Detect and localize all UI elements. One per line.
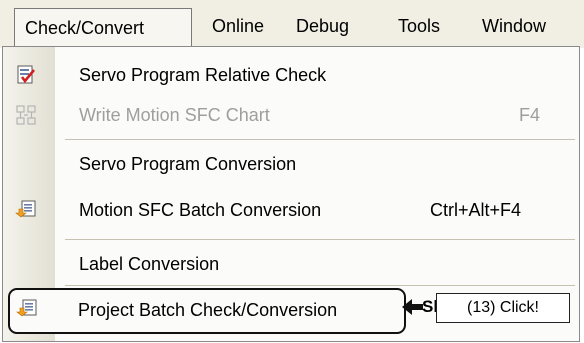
menu-debug[interactable]: Debug bbox=[296, 12, 349, 40]
menu-item-label: Label Conversion bbox=[79, 254, 220, 274]
menu-item-label: Project Batch Check/Conversion bbox=[78, 300, 338, 320]
menu-item-label: Write Motion SFC Chart bbox=[79, 105, 270, 125]
menu-separator bbox=[65, 239, 575, 240]
callout-text: (13) Click! bbox=[466, 299, 539, 316]
batch-conversion-icon bbox=[15, 199, 37, 221]
menu-item-shortcut: F4 bbox=[519, 105, 541, 125]
menu-online-label: Online bbox=[212, 16, 265, 36]
menu-debug-label: Debug bbox=[296, 16, 350, 36]
menu-separator bbox=[65, 139, 575, 140]
annotation-callout: (13) Click! bbox=[436, 293, 570, 323]
menu-bar: Check/Convert Online Debug Tools Window bbox=[0, 0, 584, 48]
menu-check-convert[interactable]: Check/Convert bbox=[14, 8, 192, 46]
menu-item-servo-program-conversion[interactable]: Servo Program Conversion bbox=[3, 144, 579, 184]
menu-item-label: Servo Program Relative Check bbox=[79, 65, 327, 85]
menu-online[interactable]: Online bbox=[212, 12, 264, 40]
menu-window-label: Window bbox=[482, 16, 547, 36]
menu-check-convert-label: Check/Convert bbox=[25, 18, 145, 38]
menu-item-shortcut: Ctrl+Alt+F4 bbox=[430, 200, 522, 220]
menu-window[interactable]: Window bbox=[482, 12, 546, 40]
pointer-arrow-icon bbox=[400, 295, 424, 319]
menu-item-write-sfc-chart[interactable]: Write Motion SFC Chart F4 bbox=[3, 95, 579, 135]
menu-tools[interactable]: Tools bbox=[398, 12, 440, 40]
project-batch-icon bbox=[16, 298, 38, 320]
relative-check-icon bbox=[15, 64, 37, 86]
menu-tools-label: Tools bbox=[398, 16, 441, 36]
menu-item-servo-relative-check[interactable]: Servo Program Relative Check bbox=[3, 55, 579, 95]
menu-item-motion-sfc-batch-conversion[interactable]: Motion SFC Batch Conversion Ctrl+Alt+F4 bbox=[3, 190, 579, 230]
sfc-chart-icon bbox=[15, 104, 37, 126]
menu-item-label: Motion SFC Batch Conversion bbox=[79, 200, 322, 220]
menu-item-label-conversion[interactable]: Label Conversion bbox=[3, 244, 579, 284]
menu-item-label: Servo Program Conversion bbox=[79, 154, 297, 174]
menu-separator bbox=[65, 285, 575, 286]
